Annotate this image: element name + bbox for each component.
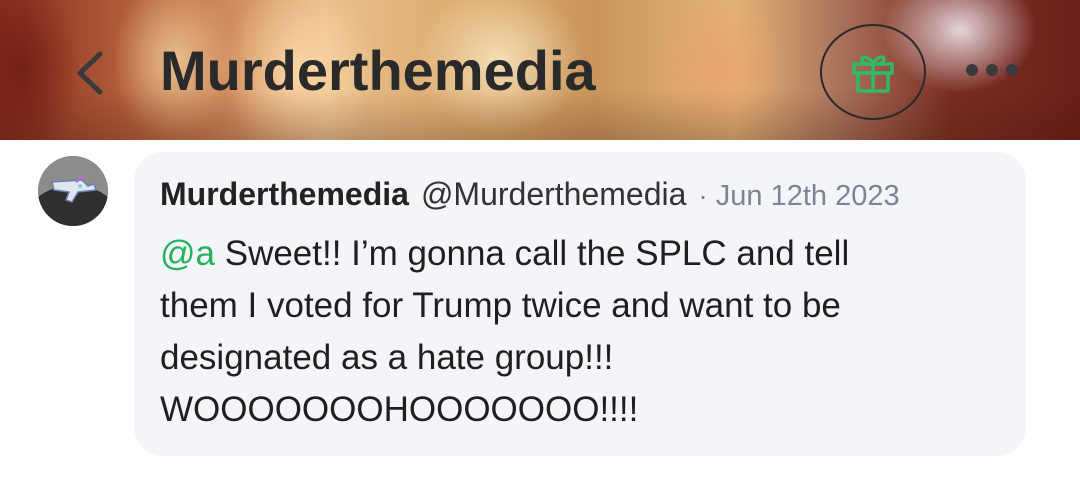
mention-link[interactable]: @a [160,234,215,273]
post-handle[interactable]: @Murderthemedia [421,176,686,212]
post-date: Jun 12th 2023 [715,180,900,212]
avatar[interactable] [38,156,108,226]
post-line-2: them I voted for Trump twice and want to… [160,286,841,325]
avatar-image [38,156,108,226]
post-text-1: Sweet!! I’m gonna call the SPLC and tell [215,234,850,273]
post-body: @a Sweet!! I’m gonna call the SPLC and t… [160,228,1000,436]
page-title: Murderthemedia [160,39,596,102]
post-line-4: WOOOOOOOHOOOOOOO!!!! [160,390,639,429]
profile-header: Murderthemedia [0,0,1080,140]
meta-separator: · [698,180,708,211]
gift-icon [852,55,894,93]
more-horizontal-icon[interactable] [964,62,1020,78]
chevron-left-icon[interactable] [70,50,110,96]
post-line-3: designated as a hate group!!! [160,338,614,377]
post-line-1: @a Sweet!! I’m gonna call the SPLC and t… [160,228,1000,280]
post-author[interactable]: Murderthemedia [160,176,409,212]
gift-button[interactable] [820,24,926,120]
post-meta: Murderthemedia @Murderthemedia · Jun 12th 2… [160,175,900,215]
